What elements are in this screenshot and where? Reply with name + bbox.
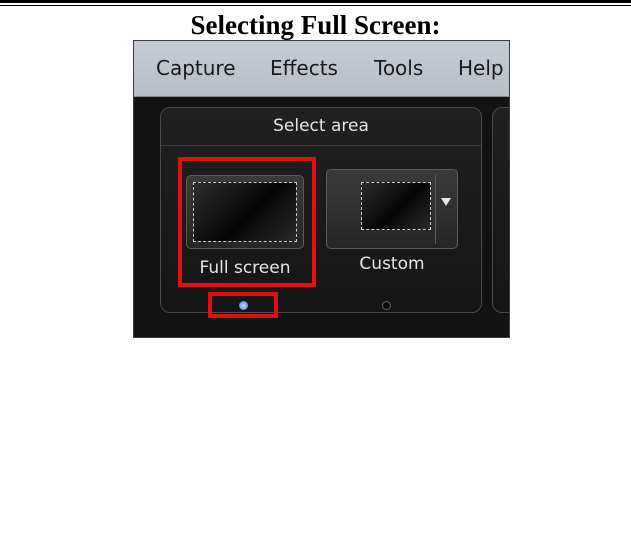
group-divider xyxy=(161,145,481,146)
custom-label: Custom xyxy=(359,254,425,274)
dropdown-arrow-icon[interactable] xyxy=(441,198,451,206)
menu-bar: Capture Effects Tools Help xyxy=(134,41,509,97)
ribbon-panel: Select area Full screen Custom xyxy=(134,97,509,337)
menu-effects[interactable]: Effects xyxy=(270,55,338,81)
menu-capture[interactable]: Capture xyxy=(156,55,236,81)
next-group xyxy=(492,107,509,313)
document-title: Selecting Full Screen: xyxy=(190,10,441,40)
menu-help[interactable]: Help xyxy=(458,55,504,81)
page-indicator-inactive[interactable] xyxy=(382,301,391,310)
app-screenshot: Capture Effects Tools Help Select area F… xyxy=(133,40,510,338)
top-rule xyxy=(0,0,631,6)
page-indicator-highlight xyxy=(208,292,278,318)
menu-tools[interactable]: Tools xyxy=(374,55,423,81)
custom-area-button[interactable] xyxy=(326,169,458,249)
full-screen-highlight xyxy=(178,157,316,287)
custom-area-icon xyxy=(361,182,431,230)
group-label: Select area xyxy=(273,116,369,136)
split-divider xyxy=(435,174,436,244)
